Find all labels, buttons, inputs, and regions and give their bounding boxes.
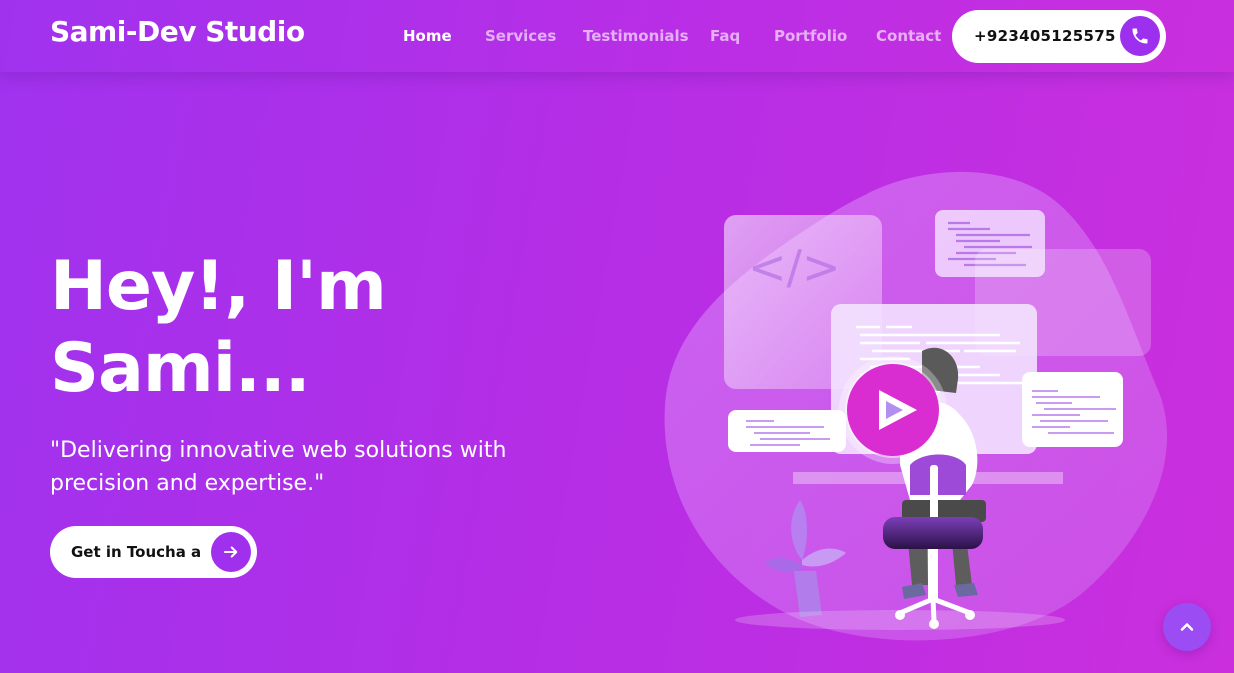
floor-shadow xyxy=(735,610,1065,630)
hero-title-line-2: Sami... xyxy=(50,329,311,408)
code-symbol: </> xyxy=(748,240,841,294)
nav-link-services[interactable]: Services xyxy=(485,27,556,45)
play-video-button[interactable] xyxy=(839,356,947,464)
scroll-to-top-button[interactable] xyxy=(1163,603,1211,651)
hero-title-line-1: Hey!, I'm xyxy=(50,247,387,326)
nav-link-testimonials[interactable]: Testimonials xyxy=(583,27,689,45)
brand-logo[interactable]: Sami-Dev Studio xyxy=(50,15,305,48)
play-icon xyxy=(839,356,947,464)
get-in-touch-label: Get in Toucha a xyxy=(71,543,202,561)
hero-title: Hey!, I'm Sami... xyxy=(50,246,570,410)
nav-link-contact[interactable]: Contact xyxy=(876,27,941,45)
arrow-right-icon xyxy=(211,532,251,572)
nav-link-home[interactable]: Home xyxy=(403,27,452,45)
get-in-touch-button[interactable]: Get in Toucha a xyxy=(50,526,257,578)
navbar: Sami-Dev Studio Home Services Testimonia… xyxy=(0,0,1234,72)
chair-seat xyxy=(883,517,983,549)
phone-contact-button[interactable]: +923405125575 xyxy=(952,10,1166,63)
nav-link-faq[interactable]: Faq xyxy=(710,27,740,45)
chevron-up-icon xyxy=(1180,623,1194,631)
phone-number: +923405125575 xyxy=(974,27,1116,45)
hero-subtitle: "Delivering innovative web solutions wit… xyxy=(50,438,507,496)
nav-link-portfolio[interactable]: Portfolio xyxy=(774,27,847,45)
phone-icon[interactable] xyxy=(1120,16,1160,56)
